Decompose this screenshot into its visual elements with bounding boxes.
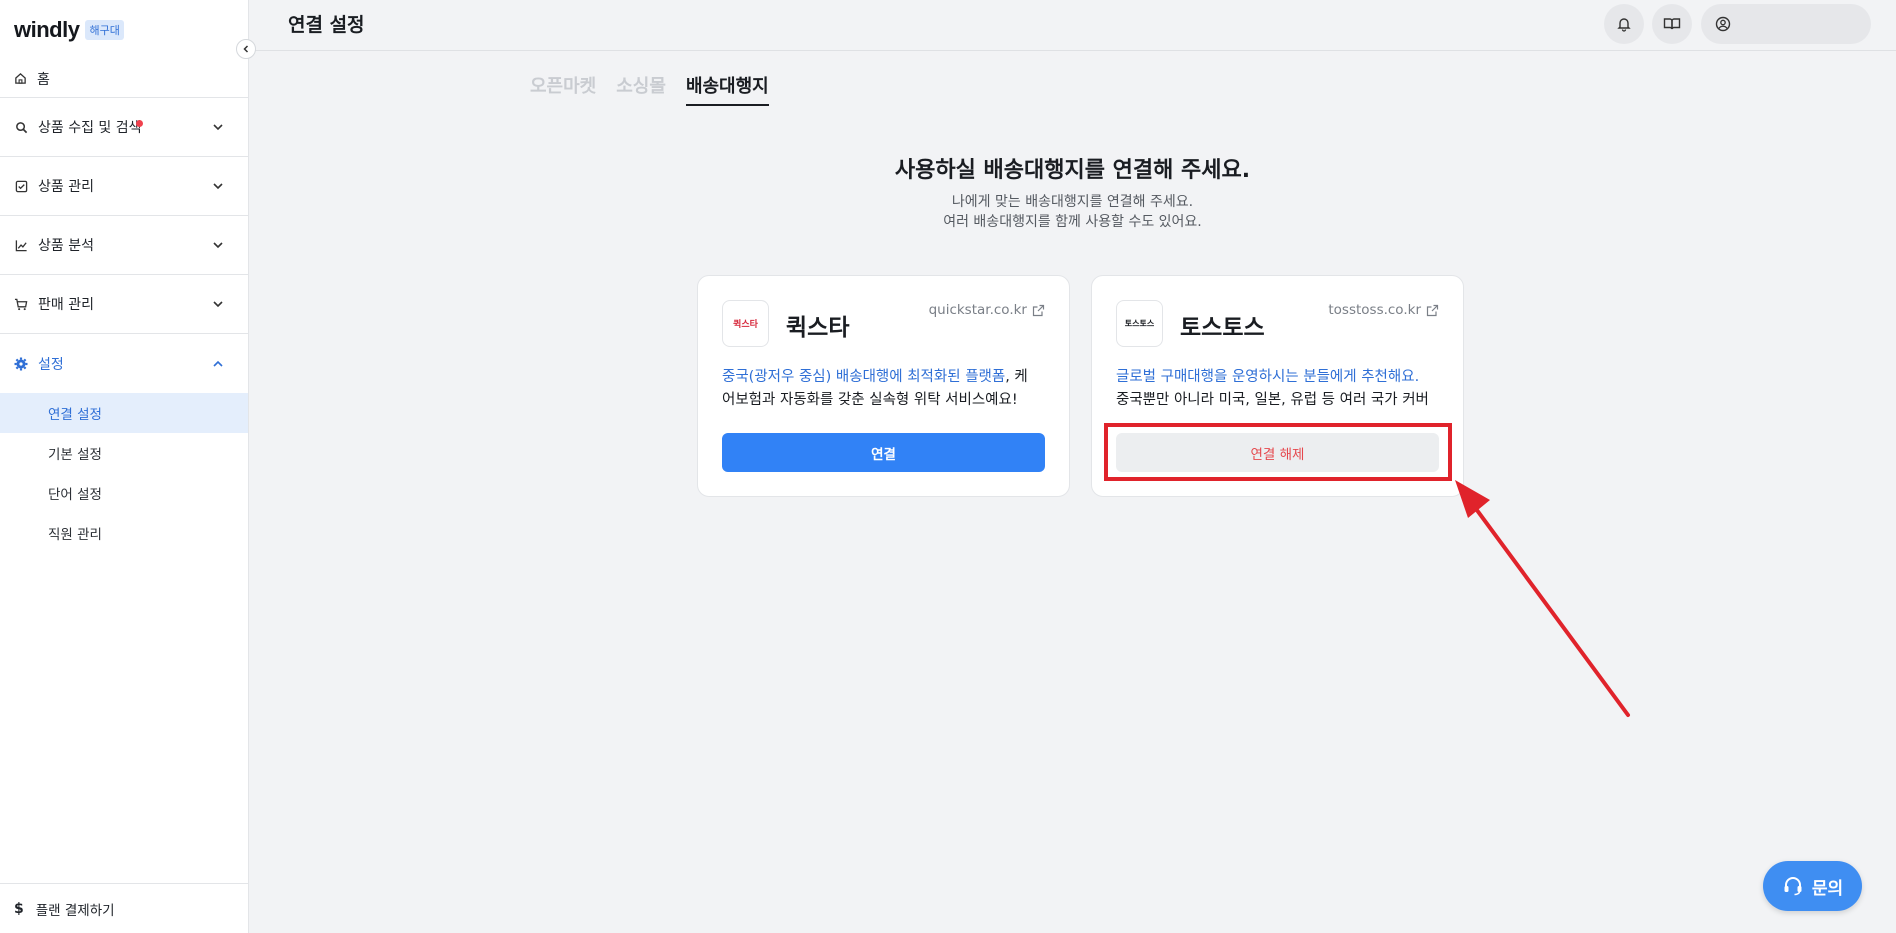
annotation-arrow (1455, 480, 1630, 717)
external-link-icon (1032, 304, 1045, 317)
connection-tabs: 오픈마켓 소싱몰 배송대행지 (530, 72, 769, 106)
user-menu-button[interactable] (1701, 4, 1871, 44)
tab-open-market[interactable]: 오픈마켓 (530, 72, 596, 106)
logo-row: windly 해구대 (0, 0, 248, 60)
sidebar-subitem-word-settings[interactable]: 단어 설정 (0, 473, 248, 513)
logo-badge: 해구대 (85, 20, 124, 40)
sidebar-item-label: 홈 (37, 71, 50, 88)
card-title: 퀵스타 (786, 315, 850, 341)
checkbox-icon (14, 179, 28, 193)
tosstoss-site-link[interactable]: tosstoss.co.kr (1328, 302, 1439, 318)
sidebar-item-label: 상품 분석 (38, 238, 94, 254)
inquiry-button[interactable]: 문의 (1763, 861, 1862, 911)
card-description: 중국(광저우 중심) 배송대행에 최적화된 플랫폼, 케 어보험과 자동화를 갖… (722, 369, 1028, 408)
quickstar-card: 퀵스타 퀵스타 quickstar.co.kr 중국(광저우 중심) 배송대행에… (697, 275, 1070, 497)
chevron-down-icon (212, 180, 224, 192)
sidebar-item-home[interactable]: 홈 (0, 60, 248, 98)
sidebar-subitem-basic-settings[interactable]: 기본 설정 (0, 433, 248, 473)
chevron-down-icon (212, 121, 224, 133)
sidebar-subitem-staff-manage[interactable]: 직원 관리 (0, 513, 248, 553)
notification-dot (136, 120, 143, 127)
quickstar-logo: 퀵스타 (722, 300, 769, 347)
chevron-down-icon (212, 298, 224, 310)
inquiry-label: 문의 (1811, 878, 1844, 899)
plan-payment-link[interactable]: $ 플랜 결제하기 (0, 883, 249, 933)
sidebar-item-label: 설정 (38, 356, 64, 373)
card-title: 토스토스 (1180, 315, 1265, 341)
card-description: 글로벌 구매대행을 운영하시는 분들에게 추천해요. 중국뿐만 아니라 미국, … (1116, 369, 1429, 408)
gear-icon (14, 357, 28, 371)
subheading-line-2: 여러 배송대행지를 함께 사용할 수도 있어요. (943, 214, 1202, 230)
plan-label: 플랜 결제하기 (35, 902, 115, 919)
connect-button[interactable]: 연결 (722, 433, 1045, 472)
bell-icon (1616, 16, 1632, 32)
tosstoss-logo: 토스토스 (1116, 300, 1163, 347)
top-header: 연결 설정 (249, 0, 1896, 51)
main-subheading: 나에게 맞는 배송대행지를 연결해 주세요. 여러 배송대행지를 함께 사용할 … (249, 192, 1896, 232)
subheading-line-1: 나에게 맞는 배송대행지를 연결해 주세요. (951, 194, 1194, 210)
tab-sourcing-mall[interactable]: 소싱몰 (616, 72, 666, 106)
cart-icon (14, 297, 28, 311)
annotation-highlight-box (1104, 423, 1452, 481)
book-icon (1663, 16, 1681, 32)
dollar-icon: $ (14, 900, 24, 917)
sidebar-item-product-collect[interactable]: 상품 수집 및 검색 (0, 98, 248, 157)
sidebar: windly 해구대 홈 상품 수집 및 검색 상품 관리 상품 분석 판매 관… (0, 0, 249, 933)
chevron-down-icon (212, 239, 224, 251)
page-title: 연결 설정 (288, 14, 365, 36)
sidebar-item-sales-manage[interactable]: 판매 관리 (0, 275, 248, 334)
home-icon (14, 72, 27, 85)
quickstar-site-link[interactable]: quickstar.co.kr (929, 302, 1045, 318)
main-heading: 사용하실 배송대행지를 연결해 주세요. (894, 158, 1251, 183)
headset-icon (1782, 875, 1804, 897)
sidebar-item-label: 상품 수집 및 검색 (38, 120, 142, 136)
guide-button[interactable] (1652, 4, 1692, 44)
search-icon (14, 120, 28, 134)
tab-shipping-agent[interactable]: 배송대행지 (685, 72, 769, 106)
notification-button[interactable] (1604, 4, 1644, 44)
sidebar-item-product-manage[interactable]: 상품 관리 (0, 157, 248, 216)
sidebar-item-label: 상품 관리 (38, 179, 94, 195)
sidebar-item-product-analysis[interactable]: 상품 분석 (0, 216, 248, 275)
sidebar-collapse-button[interactable] (236, 39, 256, 59)
sidebar-item-label: 판매 관리 (38, 297, 94, 313)
windly-logo[interactable]: windly (14, 17, 80, 43)
chart-line-icon (14, 238, 28, 252)
chevron-up-icon (212, 358, 224, 370)
user-circle-icon (1715, 16, 1731, 32)
external-link-icon (1426, 304, 1439, 317)
chevron-left-icon (241, 44, 251, 54)
sidebar-subitem-connection-settings[interactable]: 연결 설정 (0, 393, 248, 433)
sidebar-item-settings[interactable]: 설정 (0, 334, 248, 393)
